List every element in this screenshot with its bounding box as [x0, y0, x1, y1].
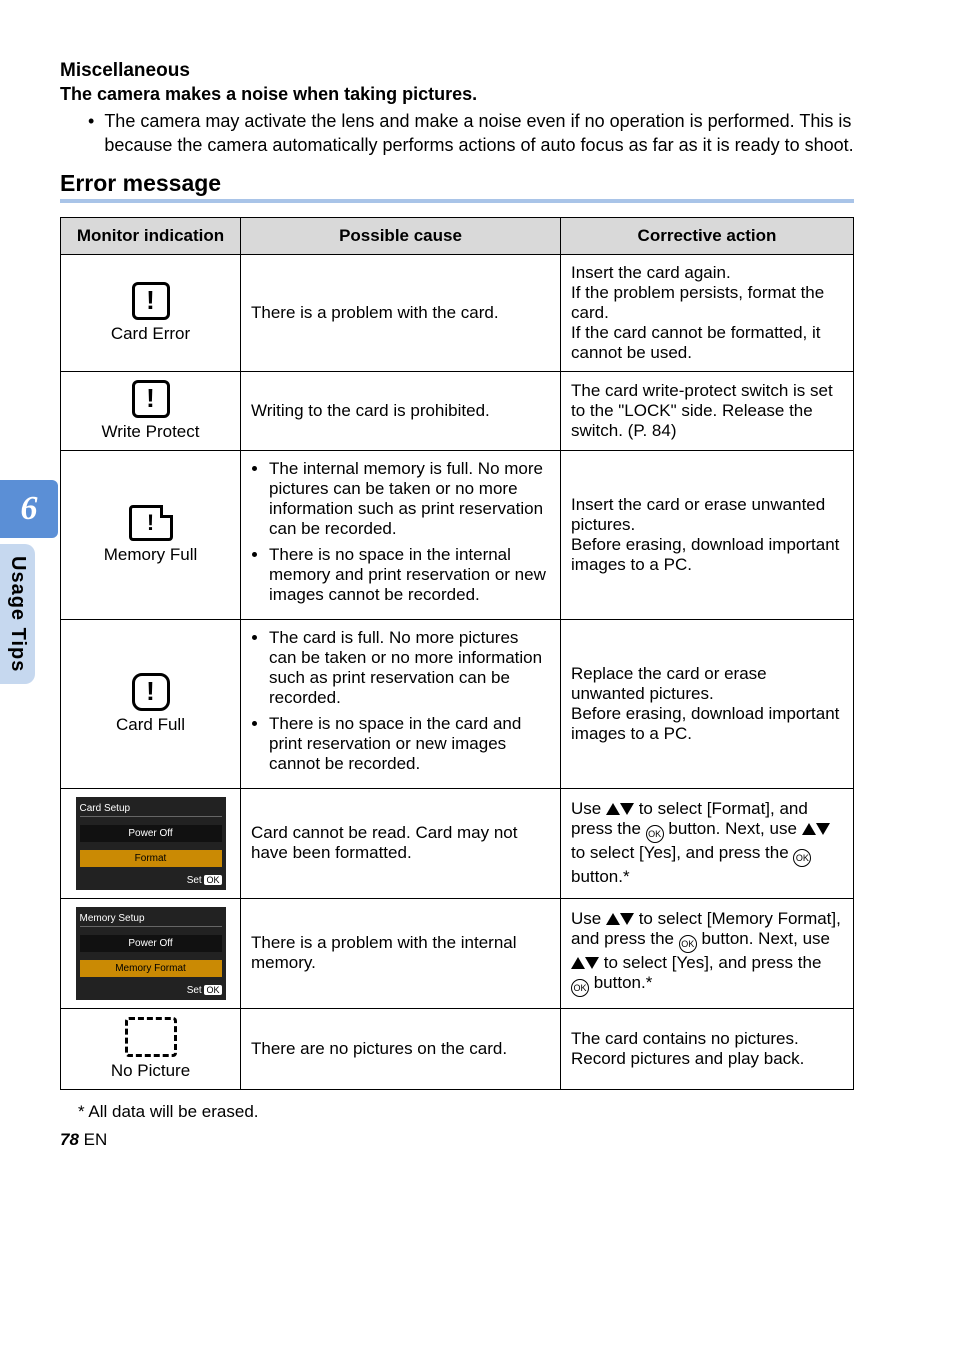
down-triangle-icon: [620, 803, 634, 815]
action-text: The card contains no pictures. Record pi…: [561, 1008, 854, 1089]
memory-setup-screen-icon: Memory Setup Power Off Memory Format Set…: [76, 907, 226, 1000]
monitor-label: Memory Full: [104, 545, 198, 565]
cause-item: There is no space in the card and print …: [269, 714, 550, 774]
cause-item: There is no space in the internal memory…: [269, 545, 550, 605]
error-message-title: Error message: [60, 170, 854, 203]
col-header-cause: Possible cause: [241, 217, 561, 254]
cause-text: Writing to the card is prohibited.: [241, 371, 561, 450]
ok-button-icon: OK: [679, 935, 697, 953]
ok-button-icon: OK: [571, 979, 589, 997]
action-text: Insert the card or erase unwanted pictur…: [561, 450, 854, 619]
misc-heading: Miscellaneous: [60, 60, 854, 82]
screen-foot-label: Set: [187, 985, 202, 996]
up-triangle-icon: [606, 913, 620, 925]
error-table: Monitor indication Possible cause Correc…: [60, 217, 854, 1090]
screen-foot-label: Set: [187, 875, 202, 886]
action-text: Use to select [Memory Format], and press…: [561, 898, 854, 1008]
side-chapter-tab: 6 Usage Tips: [0, 480, 58, 684]
chapter-label: Usage Tips: [6, 556, 29, 672]
warning-card-icon: !: [132, 673, 170, 711]
warning-card-icon: !: [132, 380, 170, 418]
card-setup-screen-icon: Card Setup Power Off Format Set OK: [76, 797, 226, 890]
warning-card-icon: !: [132, 282, 170, 320]
cause-text: The card is full. No more pictures can b…: [241, 619, 561, 788]
ok-pill-icon: OK: [204, 875, 221, 885]
ok-button-icon: OK: [793, 849, 811, 867]
table-row: ! Write Protect Writing to the card is p…: [61, 371, 854, 450]
cause-text: The internal memory is full. No more pic…: [241, 450, 561, 619]
action-text: Use to select [Format], and press the OK…: [561, 788, 854, 898]
table-row: Card Setup Power Off Format Set OK Card …: [61, 788, 854, 898]
cause-item: The card is full. No more pictures can b…: [269, 628, 550, 708]
action-text: The card write-protect switch is set to …: [561, 371, 854, 450]
action-text: Insert the card again. If the problem pe…: [561, 254, 854, 371]
cause-text: There is a problem with the internal mem…: [241, 898, 561, 1008]
down-triangle-icon: [816, 823, 830, 835]
chapter-number: 6: [0, 480, 58, 538]
warning-memory-icon: !: [129, 505, 173, 541]
cause-text: Card cannot be read. Card may not have b…: [241, 788, 561, 898]
screen-title: Memory Setup: [80, 913, 145, 924]
table-row: ! Memory Full The internal memory is ful…: [61, 450, 854, 619]
down-triangle-icon: [585, 957, 599, 969]
page-lang: EN: [84, 1130, 108, 1149]
misc-subhead: The camera makes a noise when taking pic…: [60, 84, 854, 105]
footnote: * All data will be erased.: [78, 1102, 854, 1122]
screen-title: Card Setup: [80, 803, 131, 814]
table-row: ! Card Full The card is full. No more pi…: [61, 619, 854, 788]
bullet-icon: •: [88, 109, 94, 158]
screen-row-selected: Format: [80, 850, 222, 867]
no-picture-icon: [125, 1017, 177, 1057]
screen-row: Power Off: [80, 935, 222, 952]
screen-row: Power Off: [80, 825, 222, 842]
monitor-label: Card Full: [116, 715, 185, 735]
cause-item: The internal memory is full. No more pic…: [269, 459, 550, 539]
cause-text: There are no pictures on the card.: [241, 1008, 561, 1089]
up-triangle-icon: [802, 823, 816, 835]
ok-button-icon: OK: [646, 825, 664, 843]
action-text: Replace the card or erase unwanted pictu…: [561, 619, 854, 788]
misc-bullet: • The camera may activate the lens and m…: [88, 109, 854, 158]
cause-text: There is a problem with the card.: [241, 254, 561, 371]
ok-pill-icon: OK: [204, 985, 221, 995]
screen-row-selected: Memory Format: [80, 960, 222, 977]
table-row: No Picture There are no pictures on the …: [61, 1008, 854, 1089]
up-triangle-icon: [571, 957, 585, 969]
page-footer: 78 EN: [60, 1130, 107, 1150]
table-row: ! Card Error There is a problem with the…: [61, 254, 854, 371]
monitor-label: No Picture: [111, 1061, 190, 1081]
col-header-action: Corrective action: [561, 217, 854, 254]
col-header-monitor: Monitor indication: [61, 217, 241, 254]
down-triangle-icon: [620, 913, 634, 925]
table-row: Memory Setup Power Off Memory Format Set…: [61, 898, 854, 1008]
up-triangle-icon: [606, 803, 620, 815]
monitor-label: Card Error: [111, 324, 190, 344]
chapter-label-tab: Usage Tips: [0, 544, 35, 684]
misc-bullet-text: The camera may activate the lens and mak…: [104, 109, 854, 158]
monitor-label: Write Protect: [102, 422, 200, 442]
page-number: 78: [60, 1130, 79, 1149]
